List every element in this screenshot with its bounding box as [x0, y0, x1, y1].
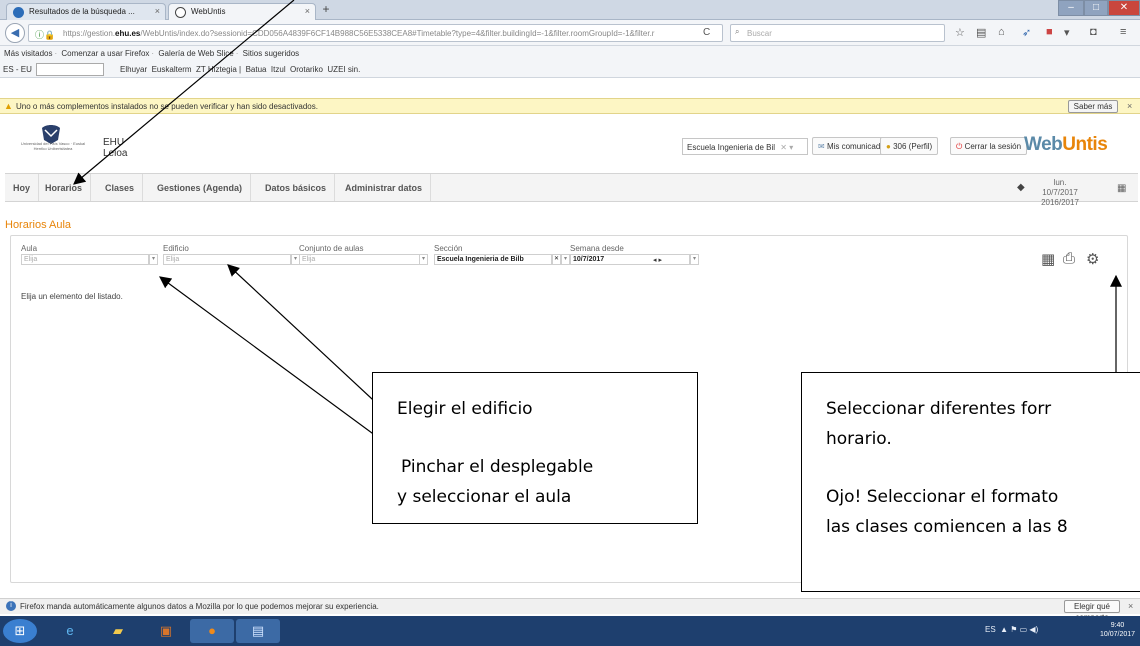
- close-icon[interactable]: ×: [1128, 601, 1133, 611]
- clock-time: 9:40: [1110, 622, 1125, 629]
- system-tray: ES ▲ ⚑ ▭ ◀): [985, 625, 1039, 634]
- folder-icon[interactable]: ▰: [96, 619, 140, 643]
- callout-text: Ojo! Seleccionar el formato: [826, 487, 1059, 507]
- internet-explorer-icon[interactable]: e: [48, 619, 92, 643]
- clock-date: 10/07/2017: [1100, 631, 1136, 638]
- callout-text: y seleccionar el aula: [397, 487, 572, 507]
- tray-language[interactable]: ES: [985, 625, 996, 634]
- notification-text: Firefox manda automáticamente algunos da…: [20, 602, 379, 611]
- callout-box: Elegir el edificio Pinchar el desplegabl…: [372, 372, 698, 524]
- callout-box: Seleccionar diferentes forr horario. Ojo…: [801, 372, 1140, 592]
- callout-text: Seleccionar diferentes forr: [826, 399, 1052, 419]
- media-player-icon[interactable]: ▣: [144, 619, 188, 643]
- callout-text: horario.: [826, 429, 892, 449]
- windows-taskbar: ⊞ e ▰ ▣ ● ▤ ES ▲ ⚑ ▭ ◀) 9:40 10/07/2017: [0, 616, 1140, 646]
- callout-text: las clases comiencen a las 8: [826, 517, 1068, 537]
- info-icon: i: [6, 601, 16, 611]
- callout-text: Pinchar el desplegable: [401, 457, 594, 477]
- start-button[interactable]: ⊞: [3, 619, 37, 643]
- taskbar-clock[interactable]: 9:40 10/07/2017: [1100, 621, 1135, 639]
- choose-what-i-share-button[interactable]: Elegir qué comparto: [1064, 600, 1120, 622]
- callout-text: Elegir el edificio: [397, 399, 533, 419]
- image-viewer-icon[interactable]: ▤: [236, 619, 280, 643]
- firefox-icon[interactable]: ●: [190, 619, 234, 643]
- notification-bar: i Firefox manda automáticamente algunos …: [0, 598, 1140, 622]
